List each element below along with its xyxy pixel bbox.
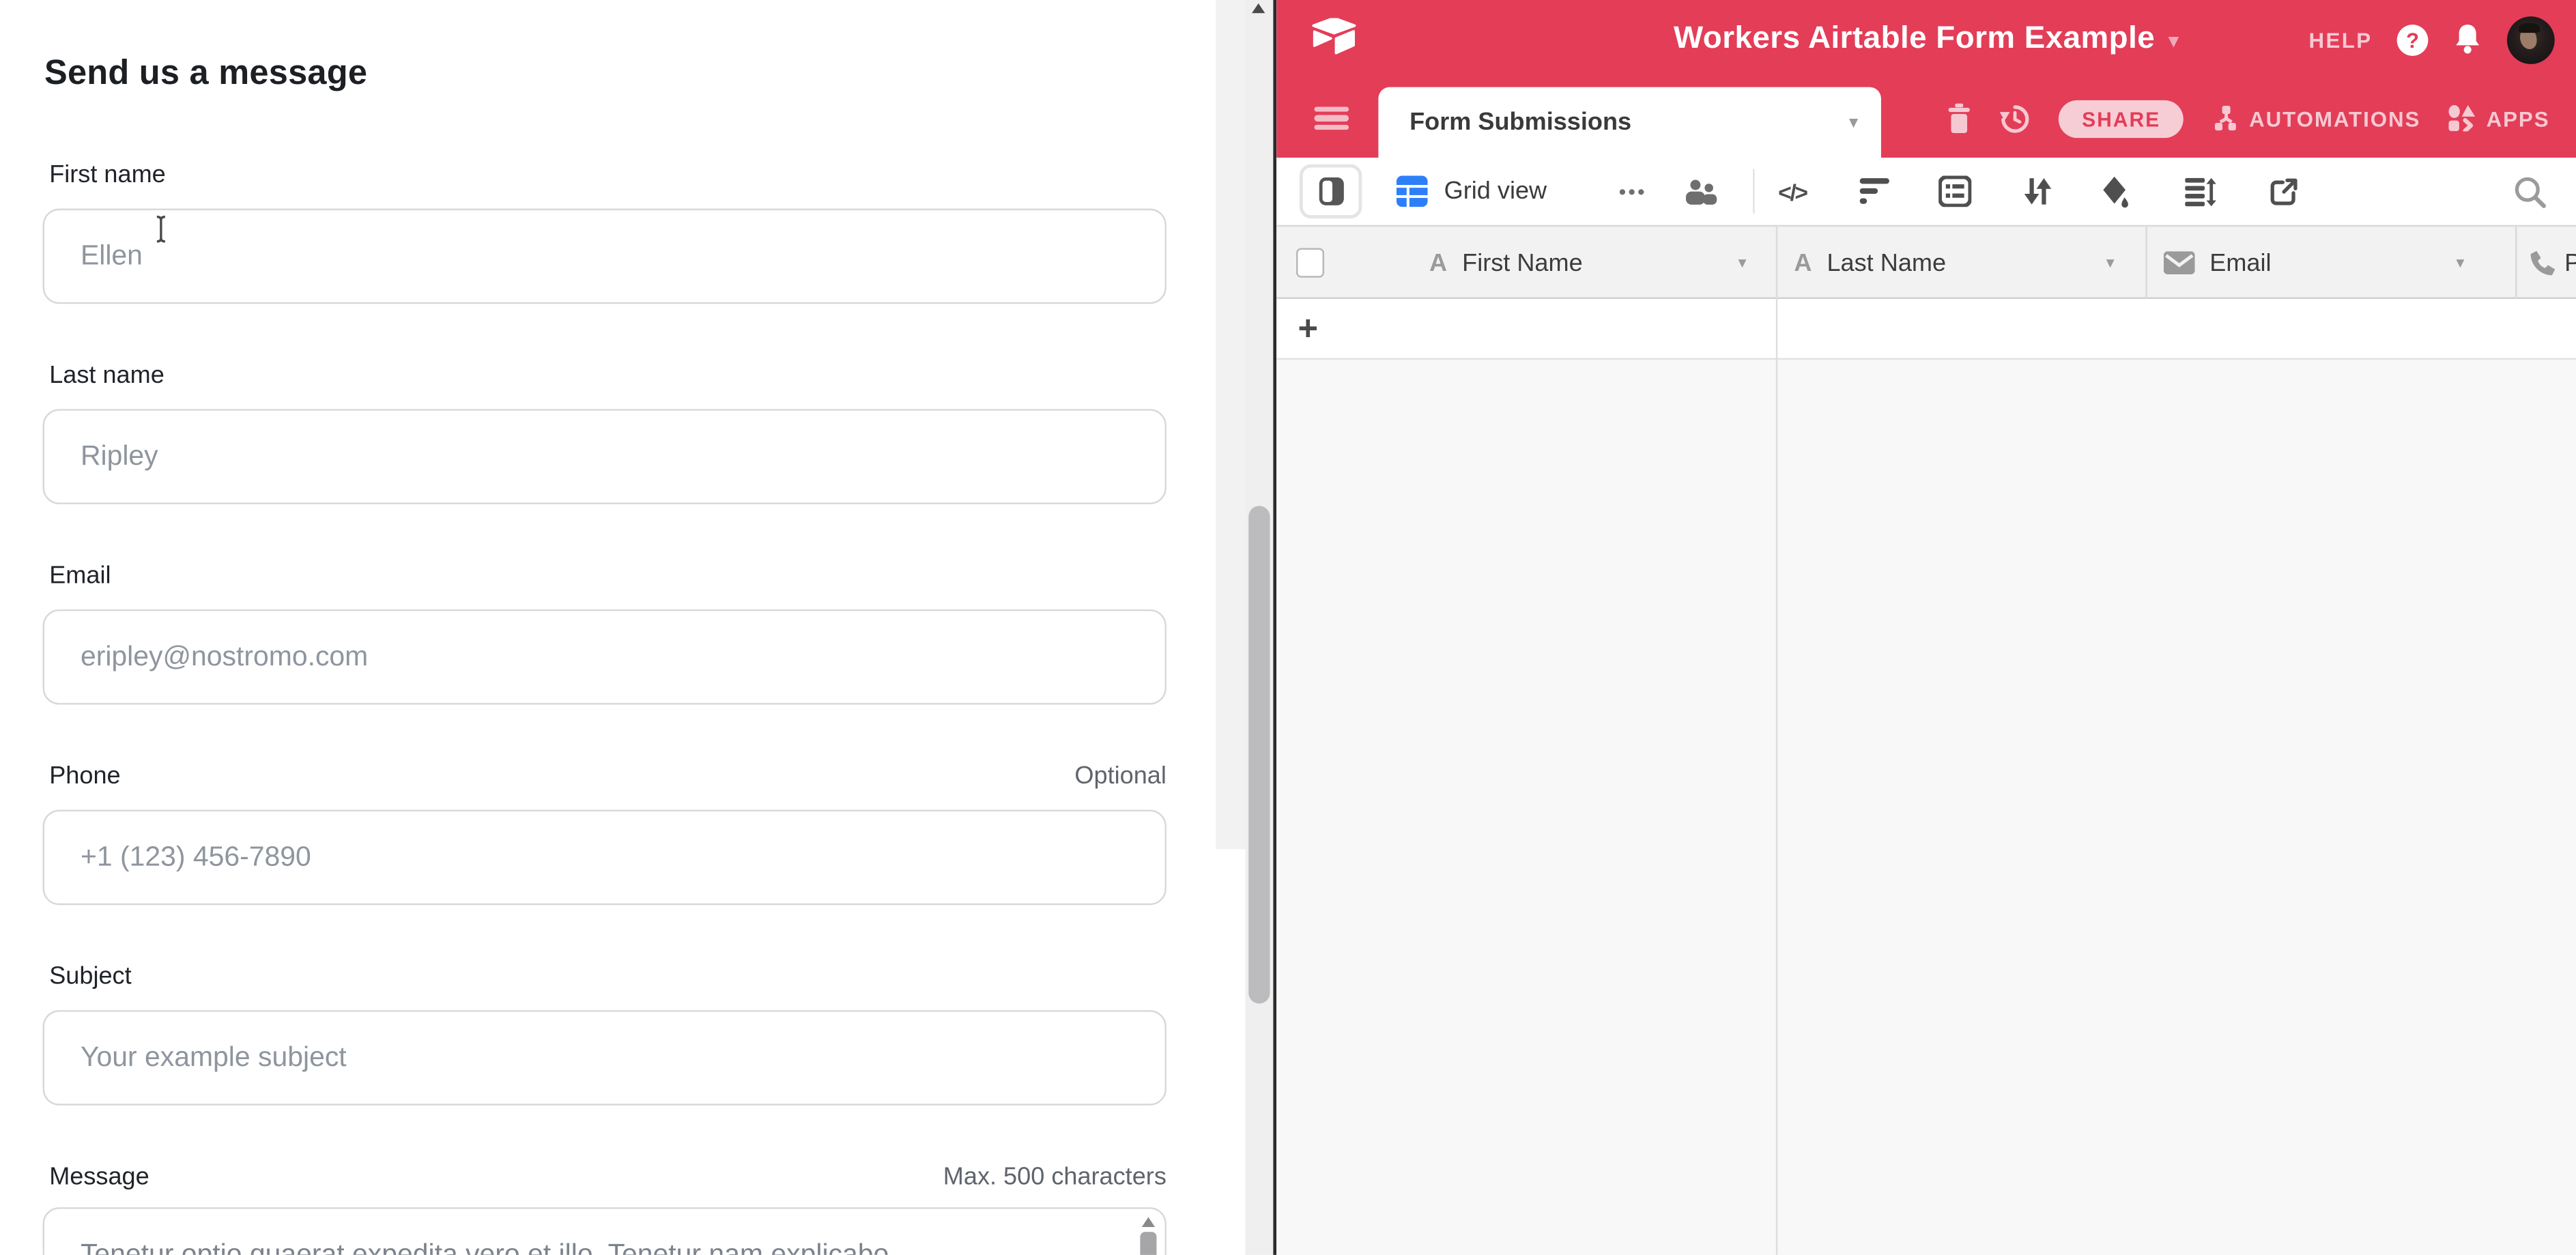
message-scrollbar-thumb[interactable] <box>1140 1232 1156 1255</box>
subject-input[interactable] <box>43 1010 1167 1106</box>
last-name-input[interactable] <box>43 409 1167 504</box>
email-label: Email <box>49 562 111 590</box>
field-type-text-icon: A <box>1794 227 1812 299</box>
phone-input[interactable] <box>43 810 1167 906</box>
page-gutter <box>1216 0 1245 849</box>
column-header-first-name[interactable]: First Name <box>1462 227 1583 299</box>
sort-icon[interactable] <box>2016 158 2059 225</box>
first-column-border <box>1776 225 1777 1255</box>
message-textarea[interactable] <box>43 1207 1167 1255</box>
message-maxchars-note: Max. 500 characters <box>943 1163 1167 1191</box>
message-label: Message <box>49 1163 149 1191</box>
scrollbar-up-icon[interactable] <box>1252 3 1265 13</box>
table-tab-label: Form Submissions <box>1409 109 1631 136</box>
column-divider[interactable] <box>2145 227 2147 299</box>
add-record-plus-icon[interactable]: + <box>1298 299 1318 360</box>
contact-form-pane: Send us a message First name Last name E… <box>0 0 1216 1255</box>
apps-icon <box>2448 105 2476 132</box>
apps-button[interactable]: APPS <box>2448 105 2549 132</box>
menu-hamburger-icon[interactable] <box>1315 106 1349 130</box>
field-type-text-icon: A <box>1429 227 1447 299</box>
table-tab-caret-icon: ▾ <box>1849 112 1858 133</box>
airtable-window: Workers Airtable Form Example ▾ HELP ? F… <box>1276 0 2576 1255</box>
help-button[interactable]: HELP <box>2308 27 2372 52</box>
table-tab-form-submissions[interactable]: Form Submissions ▾ <box>1378 87 1881 158</box>
grid-view-icon <box>1397 176 1428 207</box>
first-name-input[interactable] <box>43 209 1167 304</box>
base-title: Workers Airtable Form Example <box>1674 21 2155 57</box>
field-type-email-icon <box>2164 227 2195 299</box>
column-header-email[interactable]: Email <box>2209 227 2271 299</box>
share-view-icon[interactable] <box>2262 158 2305 225</box>
column-caret-icon[interactable]: ▾ <box>2106 227 2115 299</box>
form-title: Send us a message <box>44 54 367 93</box>
page-scrollbar-thumb[interactable] <box>1248 506 1270 1003</box>
last-name-label: Last name <box>49 362 164 390</box>
column-header-last-name[interactable]: Last Name <box>1827 227 1946 299</box>
view-name: Grid view <box>1444 177 1547 205</box>
phone-optional-note: Optional <box>1074 762 1166 790</box>
column-caret-icon[interactable]: ▾ <box>2456 227 2464 299</box>
group-icon[interactable] <box>1934 158 1977 225</box>
share-button[interactable]: SHARE <box>2059 100 2183 137</box>
apps-label: APPS <box>2487 106 2550 130</box>
scroll-up-icon[interactable] <box>1142 1217 1155 1227</box>
color-icon[interactable] <box>2093 158 2136 225</box>
automations-label: AUTOMATIONS <box>2249 106 2420 130</box>
grid-canvas <box>1276 360 2576 1255</box>
view-toolbar: Grid view ••• </> <box>1276 158 2576 225</box>
add-record-row[interactable]: + <box>1276 299 2576 360</box>
automations-icon <box>2212 104 2239 132</box>
user-avatar[interactable] <box>2507 16 2555 63</box>
filter-icon[interactable] <box>1853 158 1896 225</box>
search-icon[interactable] <box>2508 158 2551 225</box>
email-input[interactable] <box>43 609 1167 705</box>
page-scrollbar[interactable] <box>1245 0 1273 1255</box>
column-divider[interactable] <box>2515 227 2517 299</box>
airtable-header: Workers Airtable Form Example ▾ HELP ? <box>1276 0 2576 79</box>
sidebar-panel-icon <box>1319 177 1343 205</box>
message-scrollbar[interactable] <box>1140 1212 1158 1255</box>
toolbar-divider <box>1753 169 1754 214</box>
header-right-actions: HELP ? <box>2308 0 2554 79</box>
select-all-checkbox[interactable] <box>1296 248 1324 277</box>
first-name-label: First name <box>49 161 166 189</box>
phone-label: Phone <box>49 762 120 790</box>
table-tab-bar: Form Submissions ▾ SHARE <box>1276 79 2576 158</box>
base-title-caret-icon: ▾ <box>2168 25 2179 54</box>
column-caret-icon[interactable]: ▾ <box>1738 227 1747 299</box>
subject-label: Subject <box>49 962 131 990</box>
history-icon[interactable] <box>2000 102 2031 134</box>
automations-button[interactable]: AUTOMATIONS <box>2212 104 2421 132</box>
column-header-phone[interactable]: Phone <box>2564 227 2576 299</box>
trash-icon[interactable] <box>1947 104 1972 133</box>
text-cursor-icon <box>151 214 171 245</box>
screen: Send us a message First name Last name E… <box>0 0 2576 1255</box>
notifications-bell-icon[interactable] <box>2453 23 2482 56</box>
view-switcher[interactable]: Grid view <box>1397 158 1547 225</box>
hide-fields-code-icon[interactable]: </> <box>1769 158 1815 225</box>
tab-bar-right-actions: SHARE AUTOMATIONS <box>1947 79 2550 158</box>
views-sidebar-toggle[interactable] <box>1300 164 1362 218</box>
field-type-phone-icon <box>2528 227 2556 299</box>
collaborators-icon[interactable] <box>1676 158 1725 225</box>
view-options-ellipsis-icon[interactable]: ••• <box>1605 158 1661 225</box>
row-height-icon[interactable] <box>2179 158 2222 225</box>
help-question-icon[interactable]: ? <box>2397 24 2429 55</box>
grid-column-header-row: A First Name ▾ A Last Name ▾ Email ▾ <box>1276 225 2576 299</box>
